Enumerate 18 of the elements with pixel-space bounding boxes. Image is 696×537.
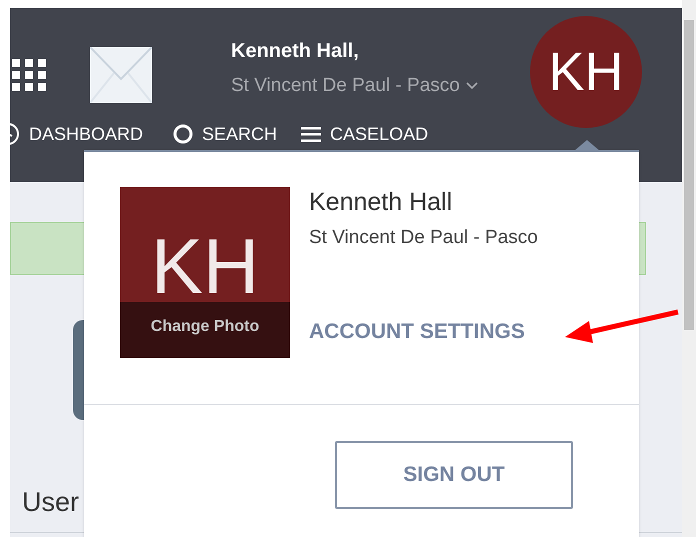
profile-photo[interactable]: KH Change Photo — [120, 187, 290, 358]
page-heading: User — [22, 486, 80, 519]
profile-organization: St Vincent De Paul - Pasco — [309, 227, 538, 249]
scrollbar[interactable] — [682, 0, 696, 537]
nav-link[interactable]: SEARCH — [173, 114, 278, 154]
user-avatar[interactable]: KH — [530, 16, 642, 128]
profile-name: Kenneth Hall — [309, 187, 454, 217]
organization-dropdown[interactable]: St Vincent De Paul - Pasco — [231, 74, 478, 98]
nav-link[interactable]: DASHBOARD — [10, 114, 144, 154]
nav-link[interactable]: CASELOAD — [301, 114, 428, 154]
search-icon — [173, 124, 194, 144]
arrow-icon — [563, 309, 680, 346]
user-name: Kenneth Hall, — [231, 39, 360, 64]
sign-out-button[interactable]: SIGN OUT — [335, 441, 573, 509]
envelope-icon[interactable] — [90, 47, 152, 103]
chevron-down-icon — [466, 82, 478, 90]
account-settings-link[interactable]: ACCOUNT SETTINGS — [309, 319, 538, 345]
menu-icon — [301, 126, 322, 142]
